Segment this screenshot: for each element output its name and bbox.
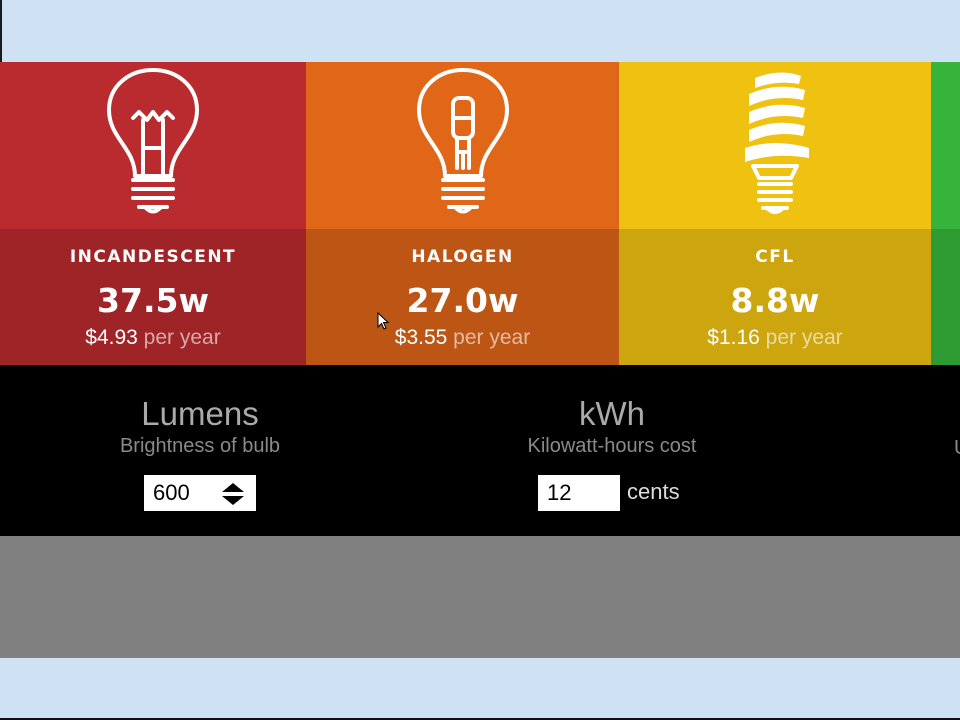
kwh-unit: cents: [627, 479, 680, 504]
bulb-panel-led-partial[interactable]: [931, 62, 960, 365]
lumens-title: Lumens: [141, 395, 259, 432]
bulb-watts: 8.8w: [730, 281, 820, 320]
bulb-comparison-strip: INCANDESCENT 37.5w $4.93 per year HALOGE…: [0, 62, 960, 365]
bulb-cost: $1.16 per year: [619, 326, 931, 350]
bulb-info-led: [931, 229, 960, 365]
bulb-cost: $4.93 per year: [0, 326, 306, 350]
bulb-info-incandescent: INCANDESCENT 37.5w $4.93 per year: [0, 229, 306, 365]
bulb-name: HALOGEN: [411, 247, 514, 267]
cfl-bulb-icon: [745, 72, 809, 214]
mouse-cursor-icon: [377, 312, 390, 330]
bulb-watts: 37.5w: [97, 281, 209, 320]
third-control-subtitle-fragment: U: [954, 437, 960, 460]
kwh-input[interactable]: 12: [538, 475, 620, 511]
bulb-name: INCANDESCENT: [69, 247, 237, 267]
kwh-title: kWh: [579, 395, 645, 432]
bulb-info-halogen: HALOGEN 27.0w $3.55 per year: [306, 229, 619, 365]
window-edge: [0, 0, 2, 62]
bulb-watts: 27.0w: [406, 281, 519, 320]
bulb-panel-incandescent[interactable]: INCANDESCENT 37.5w $4.93 per year: [0, 62, 306, 365]
bulb-icon-area: [619, 62, 931, 229]
halogen-bulb-icon: [416, 68, 509, 214]
cost-period: per year: [453, 326, 531, 349]
bulb-icon-area: [306, 62, 619, 229]
bulb-info-cfl: CFL 8.8w $1.16 per year: [619, 229, 931, 365]
lumens-subtitle: Brightness of bulb: [119, 435, 281, 457]
bulb-panel-cfl[interactable]: CFL 8.8w $1.16 per year: [619, 62, 931, 365]
incandescent-bulb-icon: [107, 68, 199, 214]
cost-value: $3.55: [394, 326, 448, 349]
kwh-value: 12: [547, 480, 572, 505]
spinner-arrows-icon[interactable]: [220, 481, 246, 507]
lumens-value: 600: [153, 480, 190, 505]
cost-period: per year: [143, 326, 221, 349]
controls-panel: Lumens Brightness of bulb 600 kWh Kilowa…: [0, 365, 960, 536]
bulb-icon-area: [0, 62, 306, 229]
bulb-cost: $3.55 per year: [306, 326, 619, 350]
bulb-name: CFL: [755, 247, 795, 267]
bulb-icon-area: [931, 62, 960, 229]
cost-value: $4.93: [85, 326, 138, 349]
content-placeholder-area: [0, 536, 960, 658]
kwh-subtitle: Kilowatt-hours cost: [527, 435, 697, 457]
cost-period: per year: [765, 326, 843, 349]
bulb-panel-halogen[interactable]: HALOGEN 27.0w $3.55 per year: [306, 62, 619, 365]
cost-value: $1.16: [707, 326, 760, 349]
lumens-input[interactable]: 600: [144, 475, 256, 511]
